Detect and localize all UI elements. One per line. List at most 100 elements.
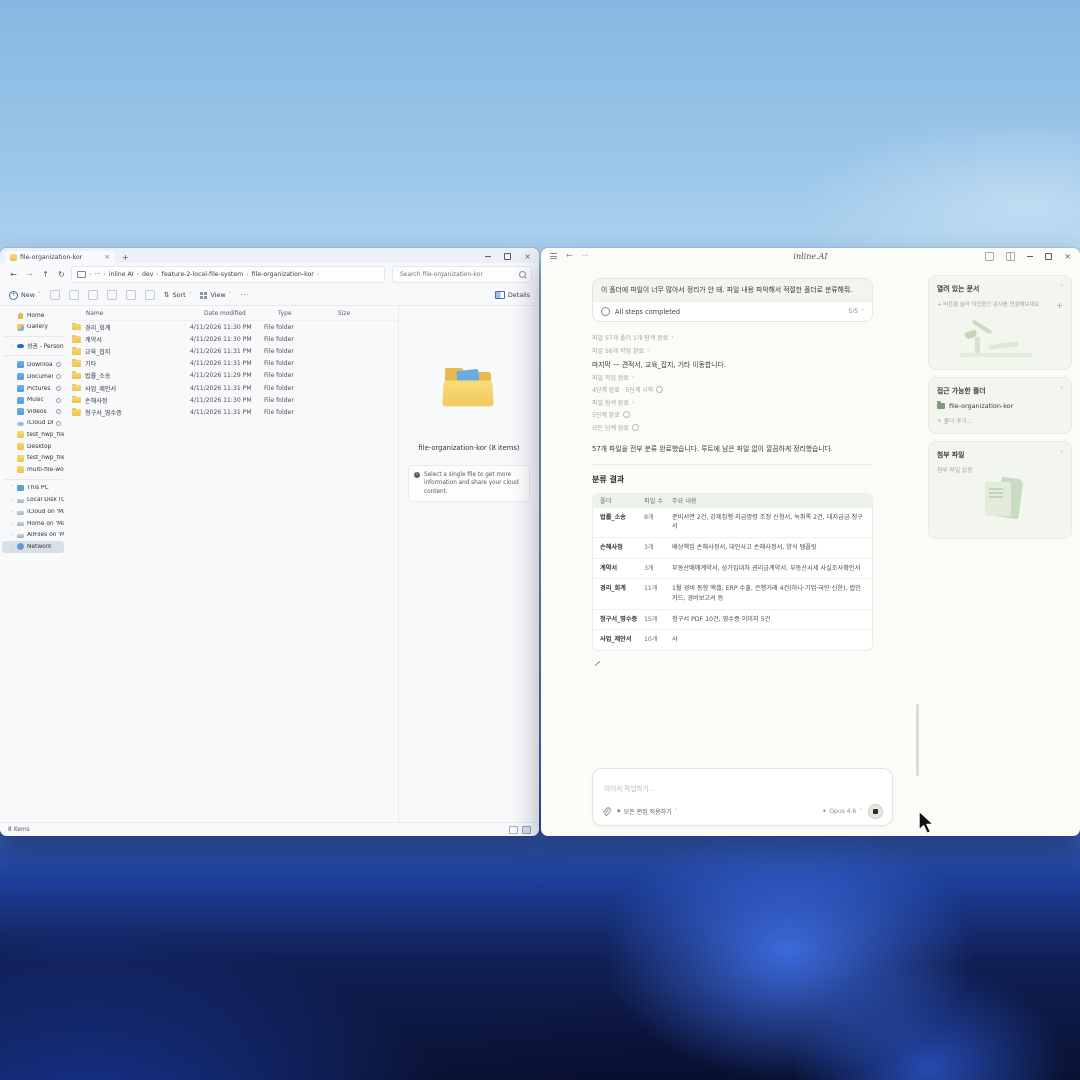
close-button[interactable]: × xyxy=(1064,254,1071,259)
maximize-button[interactable] xyxy=(1045,253,1052,260)
paste-icon[interactable] xyxy=(88,290,98,300)
breadcrumb[interactable]: › ··· › inline AI › dev › feature-2-loca… xyxy=(71,266,385,283)
tree-chevron-icon[interactable]: › xyxy=(9,509,14,515)
up-button[interactable]: ↑ xyxy=(39,270,52,279)
table-row[interactable]: 사업_제안서 4/11/2026 11:31 PM File folder xyxy=(70,382,398,394)
agent-step[interactable]: 4단계 완료 · 5단계 시작 › xyxy=(592,383,873,396)
breadcrumb-item[interactable]: file-organization-kor xyxy=(252,271,314,278)
tree-chevron-icon[interactable]: › xyxy=(9,497,14,503)
sidebar-item[interactable]: ˅ This PC xyxy=(2,479,64,495)
breadcrumb-item[interactable]: dev xyxy=(142,271,153,278)
new-button[interactable]: + New ˅ xyxy=(9,291,41,300)
table-row[interactable]: 경리_회계 4/11/2026 11:30 PM File folder xyxy=(70,321,398,333)
more-options-button[interactable]: ··· xyxy=(240,291,249,299)
back-button[interactable]: ← xyxy=(7,270,20,279)
sidebar-item[interactable]: Downloads xyxy=(2,355,64,371)
menu-icon[interactable] xyxy=(550,253,557,258)
table-row[interactable]: 청구서_영수증 4/11/2026 11:31 PM File folder xyxy=(70,406,398,418)
message-input[interactable] xyxy=(602,784,887,794)
column-type[interactable]: Type xyxy=(278,311,338,317)
breadcrumb-item[interactable]: inline AI xyxy=(109,271,134,278)
agent-step[interactable]: 파일 탐색 완료 › xyxy=(592,396,873,409)
cut-icon[interactable] xyxy=(50,290,60,300)
chat-scrollbar[interactable] xyxy=(916,704,919,776)
sidebar-item[interactable]: › Home on 'Mac' (Y xyxy=(2,518,64,530)
chevron-down-icon[interactable]: ˅ xyxy=(1060,387,1063,393)
agent-step[interactable]: 모든 단계 완료 › xyxy=(592,421,873,434)
table-row[interactable]: 손해사정 4/11/2026 11:30 PM File folder xyxy=(70,394,398,406)
sidebar-item[interactable]: › Local Disk (C:) xyxy=(2,495,64,507)
table-row[interactable]: 법률_소송 4/11/2026 11:29 PM File folder xyxy=(70,370,398,382)
refresh-button[interactable]: ↻ xyxy=(55,270,68,279)
copy-icon[interactable] xyxy=(69,290,79,300)
sort-button[interactable]: ⇅ Sort ˅ xyxy=(164,291,192,299)
sidebar-item[interactable]: › AllFiles on 'Mac' ( xyxy=(2,529,64,541)
stop-button[interactable] xyxy=(868,804,883,819)
column-name[interactable]: Name xyxy=(70,311,204,317)
sidebar-item[interactable]: iCloud Drive (Mo xyxy=(2,418,64,430)
steps-summary[interactable]: All steps completed 5/5 ˅ xyxy=(593,301,872,321)
agent-step[interactable]: 파일 56개 작업 완료 › xyxy=(592,344,873,357)
attach-icon[interactable] xyxy=(602,807,611,817)
view-button[interactable]: View ˅ xyxy=(200,291,231,299)
sidebar-item[interactable]: multi-file-workflow xyxy=(2,464,64,476)
sidebar-item[interactable]: Desktop xyxy=(2,441,64,453)
share-icon[interactable] xyxy=(126,290,136,300)
chevron-down-icon[interactable]: ˅ xyxy=(1060,451,1063,457)
tree-chevron-icon[interactable]: ˅ xyxy=(9,485,14,491)
sidebar-toggle-icon[interactable] xyxy=(1006,252,1015,261)
view-label: View xyxy=(210,291,225,299)
thumbnail-view-icon[interactable] xyxy=(522,826,531,834)
table-row[interactable]: 교육_잡지 4/11/2026 11:31 PM File folder xyxy=(70,345,398,357)
chevron-down-icon[interactable]: ˅ xyxy=(861,309,864,315)
tree-chevron-icon[interactable]: › xyxy=(9,532,14,538)
sidebar-item[interactable]: Documents xyxy=(2,371,64,383)
minimize-button[interactable] xyxy=(485,256,491,257)
agent-step[interactable]: 마지막 — 견적서, 교육_잡지, 기타 이동합니다. › xyxy=(592,356,873,371)
details-view-icon[interactable] xyxy=(509,826,518,834)
column-date-modified[interactable]: Date modified xyxy=(204,311,278,317)
back-button[interactable]: ← xyxy=(566,252,573,260)
sidebar-item[interactable]: › iCloud on 'Mac' ( xyxy=(2,506,64,518)
forward-button[interactable]: → xyxy=(582,252,589,260)
maximize-button[interactable] xyxy=(504,253,511,260)
details-toggle-button[interactable]: Details xyxy=(495,291,530,299)
sidebar-item[interactable]: Videos xyxy=(2,406,64,418)
table-row[interactable]: 기타 4/11/2026 11:31 PM File folder xyxy=(70,358,398,370)
sidebar-item[interactable]: test_hwp_files xyxy=(2,452,64,464)
sidebar-item[interactable]: Home xyxy=(2,310,64,322)
new-window-icon[interactable] xyxy=(985,252,994,261)
add-folder-button[interactable]: + 폴더 추가... xyxy=(937,416,1063,425)
add-document-button[interactable]: + xyxy=(1056,300,1063,311)
search-box[interactable] xyxy=(392,266,532,283)
column-size[interactable]: Size xyxy=(338,311,378,317)
sidebar-item[interactable]: Pictures xyxy=(2,383,64,395)
sidebar-item[interactable]: test_hwp_files xyxy=(2,429,64,441)
minimize-button[interactable] xyxy=(1027,256,1033,257)
new-tab-button[interactable]: + xyxy=(122,253,129,262)
tree-chevron-icon[interactable]: › xyxy=(9,544,14,550)
breadcrumb-item[interactable]: feature-2-local-file-system xyxy=(162,271,243,278)
agent-step[interactable]: 5단계 완료 › xyxy=(592,409,873,422)
search-input[interactable] xyxy=(398,270,519,279)
tree-chevron-icon[interactable]: › xyxy=(9,521,14,527)
forward-button[interactable]: → xyxy=(23,270,36,279)
sidebar-item[interactable]: Gallery xyxy=(2,322,64,334)
delete-icon[interactable] xyxy=(145,290,155,300)
table-row[interactable]: 계약서 4/11/2026 11:30 PM File folder xyxy=(70,333,398,345)
close-button[interactable]: × xyxy=(524,254,531,259)
connected-folder-item[interactable]: file-organization-kor xyxy=(937,402,1063,410)
breadcrumb-ellipsis[interactable]: ··· xyxy=(94,271,100,278)
apply-all-edits-button[interactable]: * 모든 편집 적용하기 ˅ xyxy=(617,807,677,816)
sidebar-item[interactable]: › 성권 - Personal xyxy=(2,336,64,352)
sidebar-item[interactable]: Music xyxy=(2,394,64,406)
chevron-down-icon[interactable]: ˅ xyxy=(1060,285,1063,291)
rename-icon[interactable] xyxy=(107,290,117,300)
agent-step[interactable]: 파일 57개 폴더 1개 탐색 완료 › xyxy=(592,331,873,344)
agent-step[interactable]: 파일 작업 완료 › xyxy=(592,371,873,384)
tab-close-icon[interactable]: × xyxy=(104,254,110,261)
sidebar-item[interactable]: › Network xyxy=(2,541,64,553)
explorer-tab[interactable]: file-organization-kor × xyxy=(5,251,115,263)
model-selector[interactable]: * Opus 4.6 ˅ xyxy=(823,808,862,815)
tree-chevron-icon[interactable]: › xyxy=(9,343,14,349)
